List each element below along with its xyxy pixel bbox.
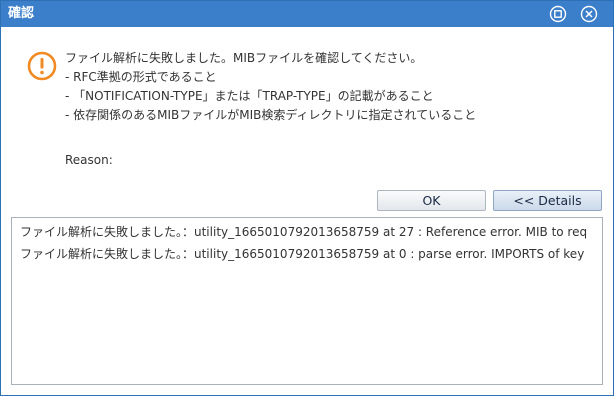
close-icon[interactable] (580, 5, 598, 23)
message-line: - 依存関係のあるMIBファイルがMIB検索ディレクトリに指定されていること (65, 108, 477, 122)
maximize-icon[interactable] (549, 5, 567, 23)
details-log-line: ファイル解析に失敗しました。：utility_16650107920136587… (20, 225, 588, 239)
confirm-dialog: 確認 ファイル解析に失敗しました。MIBファイルを確認してください。 - RFC… (0, 0, 614, 396)
message-line: - 「NOTIFICATION-TYPE」または「TRAP-TYPE」の記載があ… (65, 89, 434, 103)
dialog-title: 確認 (8, 6, 35, 21)
message-line: - RFC準拠の形式であること (65, 70, 217, 84)
details-log-box[interactable]: ファイル解析に失敗しました。：utility_16650107920136587… (11, 217, 603, 385)
error-message: ファイル解析に失敗しました。MIBファイルを確認してください。 - RFC準拠の… (65, 49, 476, 125)
details-toggle-button[interactable]: << Details (493, 190, 602, 211)
ok-button[interactable]: OK (377, 190, 486, 211)
reason-label: Reason: (65, 153, 113, 167)
dialog-titlebar[interactable]: 確認 (1, 1, 613, 27)
warning-icon (27, 51, 57, 81)
message-line: ファイル解析に失敗しました。MIBファイルを確認してください。 (65, 51, 423, 65)
details-log-line: ファイル解析に失敗しました。：utility_16650107920136587… (20, 247, 585, 261)
